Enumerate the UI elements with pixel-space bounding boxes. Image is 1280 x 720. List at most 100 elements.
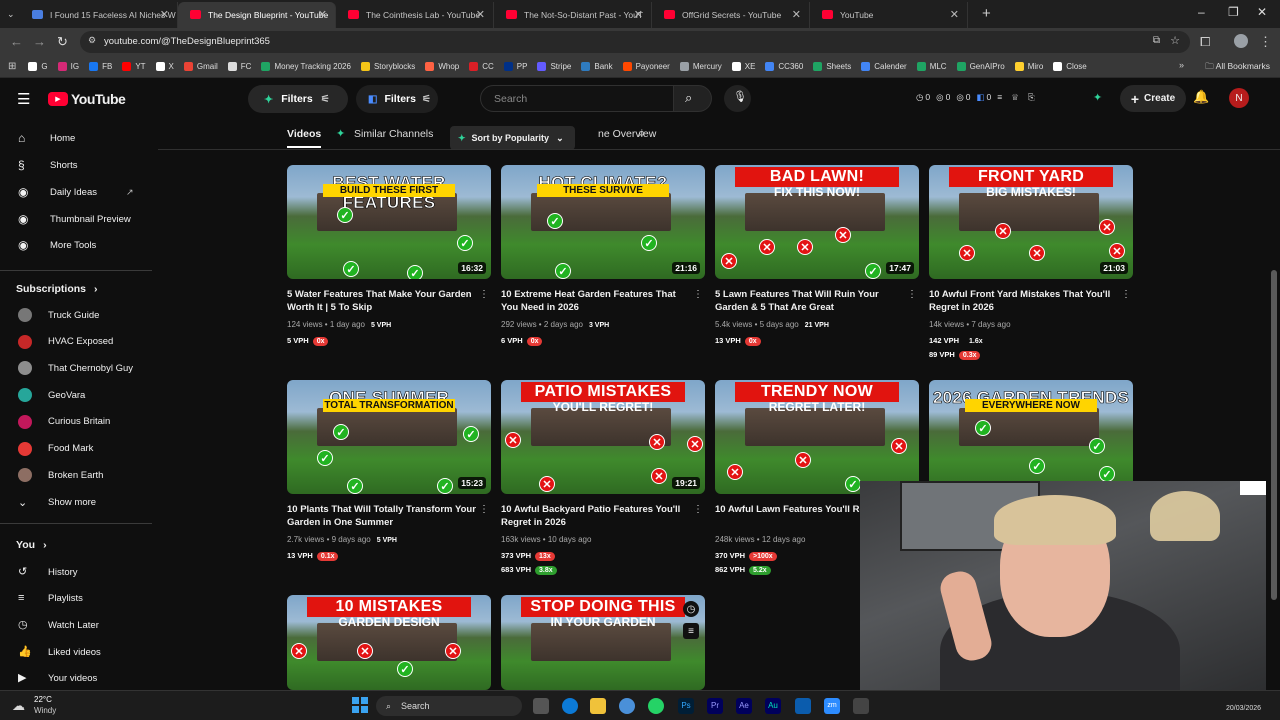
list-icon[interactable]: ≡ — [997, 92, 1002, 103]
restore-icon[interactable]: ❐ — [1228, 5, 1239, 19]
bookmark-item[interactable]: IG — [57, 62, 79, 71]
apps-grid-icon[interactable]: ⊞ — [8, 61, 16, 72]
video-thumbnail[interactable]: HOT CLIMATE? THESE SURVIVE ✓ ✓ ✓ 21:16 — [501, 165, 705, 279]
video-thumbnail[interactable]: FRONT YARD BIG MISTAKES! ✕ ✕ ✕ ✕ ✕ 21:03 — [929, 165, 1133, 279]
sidebar-item-history[interactable]: ↺ History — [0, 559, 150, 585]
omnibox[interactable]: ⚙ youtube.com/@TheDesignBlueprint365 ⧉ ☆ — [80, 31, 1190, 53]
menu-kebab-icon[interactable]: ⋮ — [1259, 34, 1272, 50]
whatsapp-icon[interactable] — [648, 698, 664, 714]
video-menu-icon[interactable]: ⋮ — [907, 289, 917, 300]
video-title[interactable]: 10 Plants That Will Totally Transform Yo… — [287, 503, 477, 529]
video-card[interactable]: ONE SUMMER TOTAL TRANSFORMATION ✓ ✓ ✓ ✓ ✓ 15:23… — [287, 380, 491, 570]
back-icon[interactable]: ← — [10, 34, 23, 49]
youtube-logo[interactable]: ▶ YouTube — [48, 91, 126, 107]
bookmark-item[interactable]: Payoneer — [622, 62, 670, 71]
tab-search-button[interactable]: ⌄ — [0, 2, 20, 28]
subscription-item[interactable]: That Chernobyl Guy — [0, 355, 150, 381]
video-thumbnail[interactable]: PATIO MISTAKES YOU'LL REGRET! ✕ ✕ ✕ ✕ ✕ 19:21 — [501, 380, 705, 494]
bookmark-item[interactable]: PP — [503, 62, 527, 71]
bookmark-item[interactable]: Calender — [861, 62, 907, 71]
taskbar-search[interactable]: ⌕ Search — [376, 696, 522, 716]
show-more-button[interactable]: ⌄ Show more — [0, 489, 150, 515]
sidebar-item-shorts[interactable]: § Shorts — [0, 152, 150, 178]
minimize-icon[interactable]: – — [1198, 5, 1205, 19]
video-card[interactable]: PATIO MISTAKES YOU'LL REGRET! ✕ ✕ ✕ ✕ ✕ 19:21 10… — [501, 380, 705, 575]
you-heading[interactable]: You › — [16, 539, 47, 551]
tab-close-icon[interactable]: ✕ — [318, 8, 327, 21]
browser-tab[interactable]: I Found 15 Faceless AI Niches W ✕ — [20, 2, 178, 28]
filters-button-a[interactable]: ✦ Filters ⚟ — [248, 85, 348, 113]
bookmark-item[interactable]: CC360 — [765, 62, 803, 71]
video-title[interactable]: 10 Extreme Heat Garden Features That You… — [501, 288, 691, 314]
bookmark-item[interactable]: Gmail — [183, 62, 218, 71]
bookmark-item[interactable]: CC — [469, 62, 494, 71]
subscription-item[interactable]: Curious Britain — [0, 409, 150, 435]
bookmark-item[interactable]: G — [28, 62, 48, 71]
video-menu-icon[interactable]: ⋮ — [1121, 289, 1131, 300]
tab-overview[interactable]: ne Overview — [598, 128, 656, 140]
tab-close-icon[interactable]: ✕ — [476, 8, 485, 21]
sidebar-item-thumbnail-preview[interactable]: ◉ Thumbnail Preview — [0, 206, 150, 232]
video-menu-icon[interactable]: ⋮ — [693, 504, 703, 515]
all-bookmarks[interactable]: 🗀 All Bookmarks — [1205, 61, 1270, 75]
filters-button-b[interactable]: ◧ Filters ⚟ — [356, 85, 438, 113]
sidebar-item-liked-videos[interactable]: 👍 Liked videos — [0, 639, 150, 665]
weather-icon[interactable]: ☁ — [12, 698, 25, 714]
after-effects-icon[interactable]: Ae — [736, 698, 752, 714]
tab-similar-channels[interactable]: Similar Channels — [354, 128, 433, 140]
browser-tab[interactable]: YouTube ✕ — [810, 2, 968, 28]
url-text[interactable]: youtube.com/@TheDesignBlueprint365 — [104, 36, 270, 47]
video-thumbnail[interactable]: 10 MISTAKES GARDEN DESIGN ✕ ✕ ✓ ✕ — [287, 595, 491, 690]
trophy-icon[interactable]: ♕ — [1011, 92, 1019, 103]
video-title[interactable]: 10 Awful Front Yard Mistakes That You'll… — [929, 288, 1119, 314]
bookmark-item[interactable]: Miro — [1014, 62, 1043, 71]
channel-search-icon[interactable]: ⌕ — [638, 125, 645, 141]
sidebar-item-watch-later[interactable]: ◷ Watch Later — [0, 612, 150, 638]
tab-close-icon[interactable]: ✕ — [634, 8, 643, 21]
tab-close-icon[interactable]: ✕ — [950, 8, 959, 21]
video-thumbnail[interactable]: ONE SUMMER TOTAL TRANSFORMATION ✓ ✓ ✓ ✓ ✓ 15:23 — [287, 380, 491, 494]
video-card[interactable]: BEST WATER FEATURES BUILD THESE FIRST ✓ ✓ ✓ ✓… — [287, 165, 491, 355]
avatar[interactable]: N — [1229, 88, 1249, 108]
sidebar-item-your-videos[interactable]: ▶ Your videos — [0, 666, 150, 692]
sidebar-item-daily-ideas[interactable]: ◉ Daily Ideas ↗ — [0, 179, 150, 205]
create-button[interactable]: + Create — [1120, 85, 1186, 112]
video-card[interactable]: HOT CLIMATE? THESE SURVIVE ✓ ✓ ✓ 21:16 10 Extr… — [501, 165, 705, 355]
video-menu-icon[interactable]: ⋮ — [479, 289, 489, 300]
bookmark-item[interactable]: Sheets — [813, 62, 851, 71]
sidebar-item-home[interactable]: ⌂ Home — [0, 125, 150, 151]
hamburger-menu-icon[interactable]: ☰ — [17, 90, 30, 108]
video-thumbnail[interactable]: BEST WATER FEATURES BUILD THESE FIRST ✓ ✓ ✓ ✓… — [287, 165, 491, 279]
capture-icon[interactable] — [853, 698, 869, 714]
site-info-icon[interactable]: ⚙ — [88, 35, 96, 46]
bookmark-item[interactable]: MLC — [916, 62, 947, 71]
page-scrollbar[interactable] — [1271, 270, 1277, 600]
extensions-icon[interactable]: ⧠ — [1200, 34, 1210, 50]
subscription-item[interactable]: Food Mark — [0, 436, 150, 462]
video-menu-icon[interactable]: ⋮ — [479, 504, 489, 515]
sidebar-item-more-tools[interactable]: ◉ More Tools — [0, 232, 150, 258]
premiere-icon[interactable]: Pr — [707, 698, 723, 714]
audition-icon[interactable]: Au — [765, 698, 781, 714]
reload-icon[interactable]: ↻ — [57, 34, 68, 50]
profile-icon[interactable] — [1234, 34, 1248, 48]
chrome-icon[interactable] — [619, 698, 635, 714]
task-view-icon[interactable] — [533, 698, 549, 714]
video-card[interactable]: STOP DOING THIS IN YOUR GARDEN ◷ ≡ — [501, 595, 705, 690]
browser-tab[interactable]: The Cointhesis Lab - YouTube ✕ — [336, 2, 494, 28]
photoshop-icon[interactable]: Ps — [678, 698, 694, 714]
watch-later-icon[interactable]: ◷ — [683, 601, 699, 617]
install-icon[interactable]: ⧉ — [1153, 35, 1160, 46]
share-icon[interactable]: ⎘ — [1028, 92, 1035, 103]
video-title[interactable]: 5 Lawn Features That Will Ruin Your Gard… — [715, 288, 905, 314]
new-tab-button[interactable]: + — [982, 5, 991, 22]
bookmark-item[interactable]: Close — [1053, 62, 1087, 71]
voice-search-button[interactable]: 🎙 — [724, 85, 751, 112]
video-card[interactable]: FRONT YARD BIG MISTAKES! ✕ ✕ ✕ ✕ ✕ 21:03 10 Awfu… — [929, 165, 1133, 360]
file-explorer-icon[interactable] — [590, 698, 606, 714]
browser-tab[interactable]: OffGrid Secrets - YouTube ✕ — [652, 2, 810, 28]
bookmark-star-icon[interactable]: ☆ — [1170, 34, 1180, 47]
video-thumbnail[interactable]: BAD LAWN! FIX THIS NOW! ✕ ✕ ✕ ✓ ✕ 17:47 — [715, 165, 919, 279]
subscription-item[interactable]: HVAC Exposed — [0, 329, 150, 355]
bookmark-item[interactable]: XE — [731, 62, 755, 71]
